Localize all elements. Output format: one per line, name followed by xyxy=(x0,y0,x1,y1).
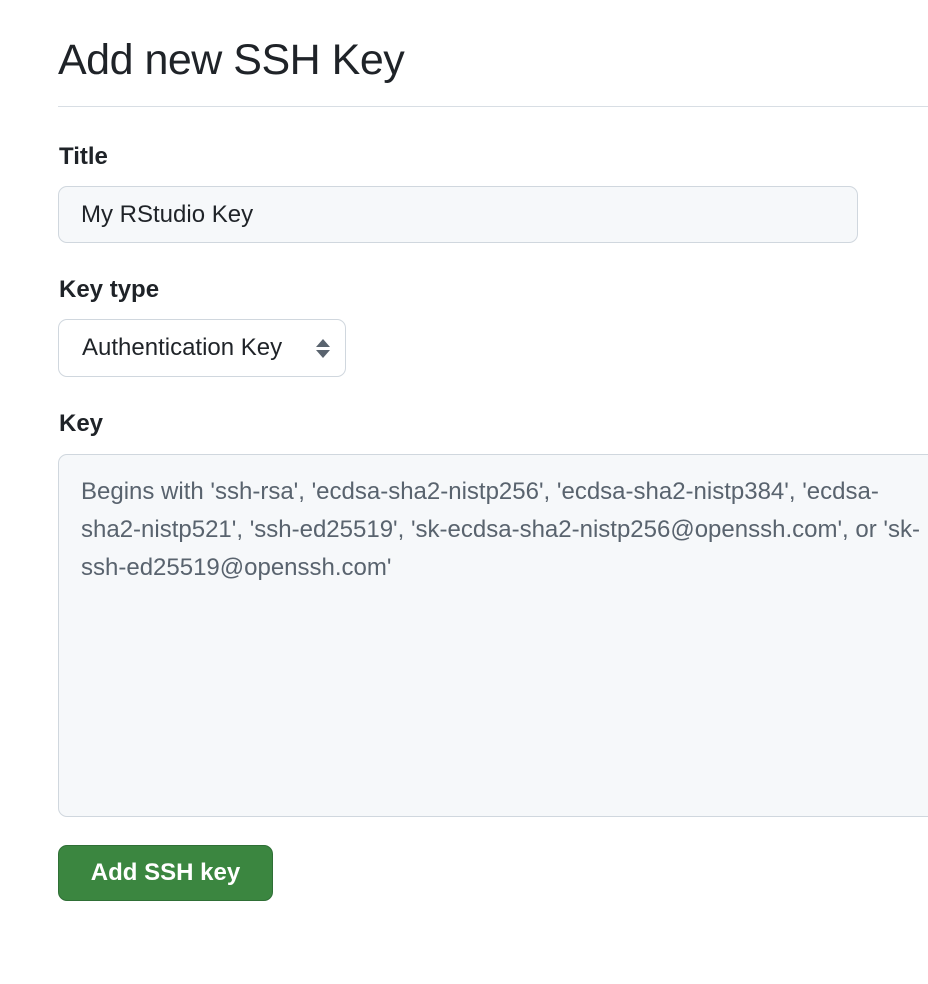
select-updown-icon xyxy=(315,338,331,358)
key-label: Key xyxy=(59,410,104,437)
key-type-select[interactable]: Authentication Key xyxy=(58,319,346,377)
add-ssh-key-page: Add new SSH Key Title Key type Authentic… xyxy=(0,0,928,984)
add-ssh-key-button[interactable]: Add SSH key xyxy=(58,845,273,901)
key-textarea[interactable] xyxy=(58,454,928,817)
page-title: Add new SSH Key xyxy=(58,36,405,84)
title-divider xyxy=(58,106,928,107)
key-type-label: Key type xyxy=(59,276,160,303)
title-label: Title xyxy=(59,143,108,170)
key-type-selected-value: Authentication Key xyxy=(82,334,283,361)
title-input[interactable] xyxy=(58,186,858,243)
